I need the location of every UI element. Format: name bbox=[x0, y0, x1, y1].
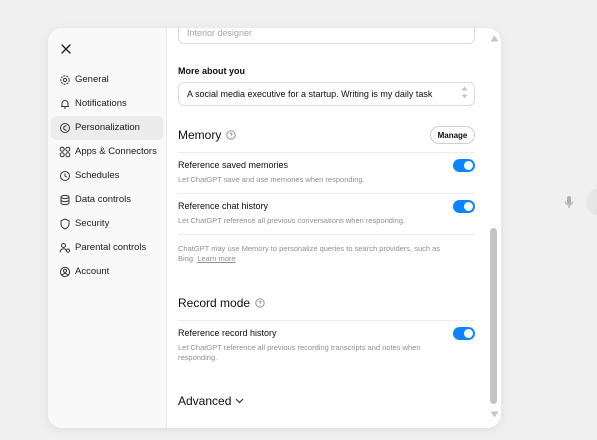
sidebar-item-label: Data controls bbox=[75, 194, 131, 205]
sidebar-item-security[interactable]: Security bbox=[51, 212, 163, 236]
scroll-up-arrow-icon[interactable] bbox=[490, 35, 499, 42]
personalization-icon bbox=[59, 122, 71, 134]
more-about-input[interactable]: A social media executive for a startup. … bbox=[178, 82, 475, 106]
settings-sidebar: General Notifications Personalization Ap… bbox=[48, 28, 167, 428]
learn-more-link[interactable]: Learn more bbox=[197, 254, 235, 263]
settings-modal: General Notifications Personalization Ap… bbox=[48, 28, 501, 428]
record-history-toggle[interactable] bbox=[453, 327, 475, 340]
saved-memories-toggle[interactable] bbox=[453, 159, 475, 172]
gear-icon bbox=[59, 74, 71, 86]
close-button[interactable] bbox=[58, 41, 74, 57]
manage-memory-button[interactable]: Manage bbox=[430, 126, 475, 144]
record-history-title: Reference record history bbox=[178, 328, 277, 338]
apps-icon bbox=[59, 146, 71, 158]
sidebar-item-account[interactable]: Account bbox=[51, 260, 163, 284]
close-icon bbox=[61, 44, 71, 54]
sidebar-item-notifications[interactable]: Notifications bbox=[51, 92, 163, 116]
saved-memories-title: Reference saved memories bbox=[178, 160, 289, 170]
clock-icon bbox=[59, 170, 71, 182]
scrollbar[interactable] bbox=[488, 28, 500, 428]
more-about-label: More about you bbox=[178, 66, 245, 76]
divider bbox=[178, 193, 475, 194]
advanced-toggle[interactable]: Advanced bbox=[178, 394, 244, 408]
info-icon[interactable] bbox=[255, 298, 265, 308]
toggle-knob bbox=[464, 161, 473, 170]
saved-memories-desc: Let ChatGPT save and use memories when r… bbox=[178, 175, 365, 184]
sidebar-item-label: Notifications bbox=[75, 98, 127, 109]
occupation-input[interactable]: Interior designer bbox=[178, 28, 475, 44]
chevron-down-icon bbox=[235, 398, 244, 404]
shield-icon bbox=[59, 218, 71, 230]
chat-history-desc: Let ChatGPT reference all previous conve… bbox=[178, 216, 406, 225]
memory-note: ChatGPT may use Memory to personalize qu… bbox=[178, 244, 453, 264]
sidebar-item-label: General bbox=[75, 74, 109, 85]
sidebar-item-label: Apps & Connectors bbox=[75, 146, 157, 157]
sidebar-item-label: Security bbox=[75, 218, 110, 229]
toggle-knob bbox=[464, 329, 473, 338]
toggle-knob bbox=[464, 202, 473, 211]
memory-title: Memory bbox=[178, 128, 222, 142]
sidebar-item-label: Parental controls bbox=[75, 242, 147, 253]
sidebar-item-label: Account bbox=[75, 266, 110, 277]
record-history-desc: Let ChatGPT reference all previous recor… bbox=[178, 343, 421, 362]
microphone-icon[interactable] bbox=[563, 195, 575, 209]
personalization-panel: Interior designer More about you A socia… bbox=[167, 28, 501, 428]
sidebar-item-personalization[interactable]: Personalization bbox=[51, 116, 163, 140]
memory-heading: Memory bbox=[178, 128, 236, 142]
sidebar-item-schedules[interactable]: Schedules bbox=[51, 164, 163, 188]
divider bbox=[178, 320, 475, 321]
sidebar-item-label: Personalization bbox=[75, 122, 140, 133]
advanced-label: Advanced bbox=[178, 394, 232, 408]
voice-button[interactable] bbox=[586, 188, 597, 216]
sidebar-item-parental-controls[interactable]: Parental controls bbox=[51, 236, 163, 260]
sidebar-item-label: Schedules bbox=[75, 170, 120, 181]
record-mode-title: Record mode bbox=[178, 296, 251, 310]
data-icon bbox=[59, 194, 71, 206]
bell-icon bbox=[59, 98, 71, 110]
parental-icon bbox=[59, 242, 71, 254]
occupation-placeholder: Interior designer bbox=[187, 28, 253, 38]
sidebar-item-data-controls[interactable]: Data controls bbox=[51, 188, 163, 212]
chat-history-toggle[interactable] bbox=[453, 200, 475, 213]
divider bbox=[178, 234, 475, 235]
more-about-value: A social media executive for a startup. … bbox=[187, 89, 433, 99]
info-icon[interactable] bbox=[226, 130, 236, 140]
settings-nav: General Notifications Personalization Ap… bbox=[51, 68, 163, 284]
sidebar-item-general[interactable]: General bbox=[51, 68, 163, 92]
scroll-down-arrow-icon[interactable] bbox=[490, 411, 499, 418]
scroll-up-icon bbox=[461, 86, 468, 91]
account-icon bbox=[59, 266, 71, 278]
chat-history-title: Reference chat history bbox=[178, 201, 269, 211]
scroll-down-icon bbox=[461, 94, 468, 99]
divider bbox=[178, 152, 475, 153]
scrollbar-thumb[interactable] bbox=[490, 228, 497, 404]
record-mode-heading: Record mode bbox=[178, 296, 265, 310]
textarea-scroll-arrows[interactable] bbox=[461, 86, 468, 99]
sidebar-item-apps[interactable]: Apps & Connectors bbox=[51, 140, 163, 164]
